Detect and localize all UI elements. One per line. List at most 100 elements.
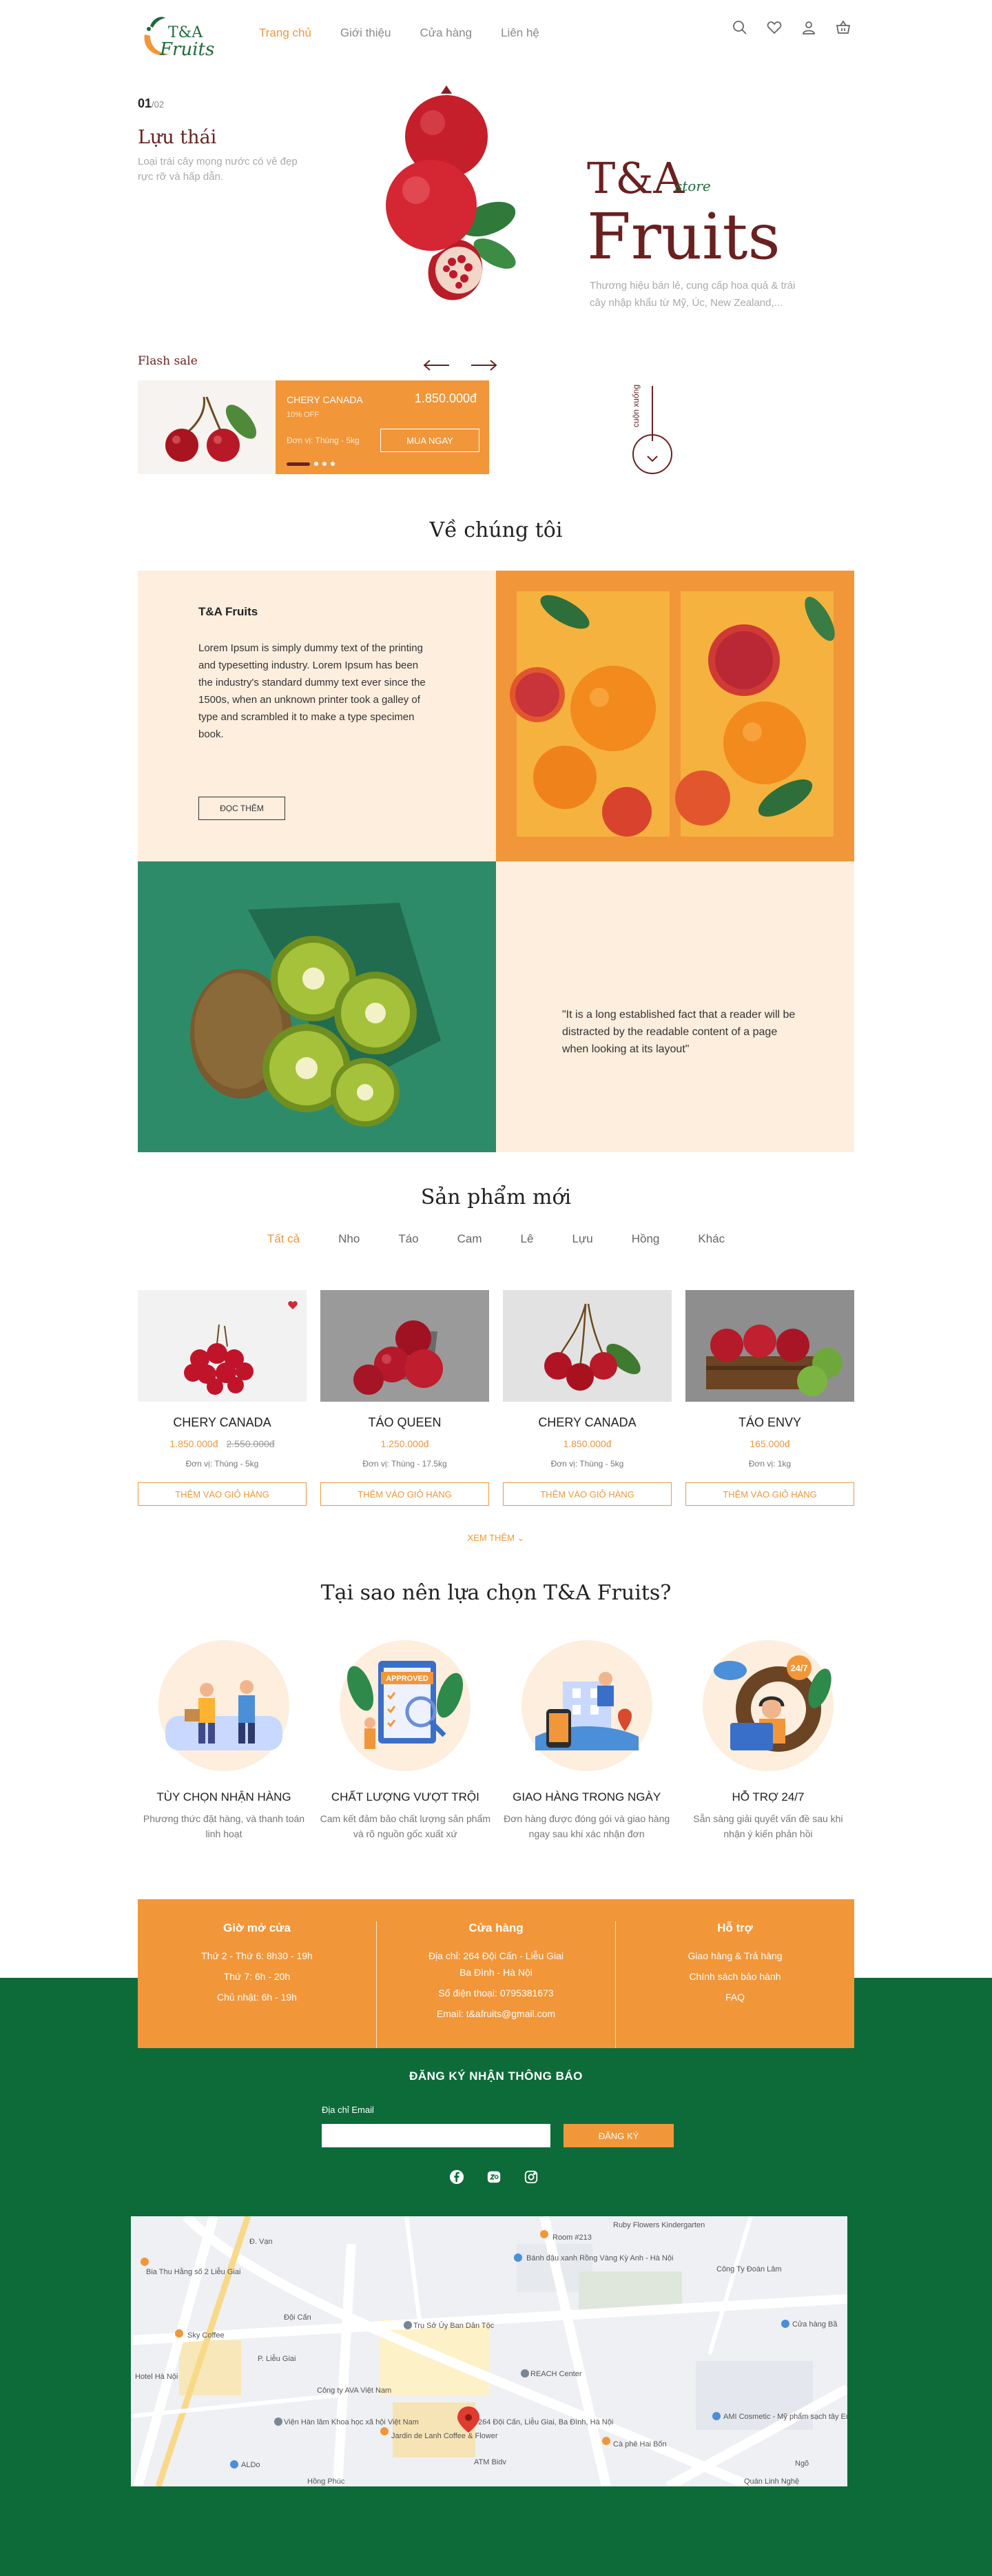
header-icons [732, 19, 851, 36]
product-price-old: 2.550.000đ [226, 1438, 275, 1449]
about-quote: "It is a long established fact that a re… [562, 1009, 796, 1055]
hero-brand-desc: Thương hiệu bán lẻ, cung cấp hoa quả & t… [590, 280, 796, 309]
zalo-icon[interactable] [486, 2169, 502, 2185]
wishlist-heart-icon[interactable] [287, 1300, 298, 1311]
add-to-cart-button[interactable]: THÊM VÀO GIỎ HÀNG [138, 1482, 307, 1506]
social-links [449, 2169, 539, 2185]
search-icon[interactable] [732, 19, 748, 36]
slide-counter: 01/02 [138, 96, 164, 111]
cart-icon[interactable] [835, 19, 851, 36]
email-field[interactable] [322, 2124, 550, 2147]
arrow-right-icon[interactable] [470, 358, 497, 372]
tab-other[interactable]: Khác [698, 1232, 725, 1246]
about-text-block: T&A Fruits Lorem Ipsum is simply dummy t… [138, 571, 496, 861]
brand-logo[interactable]: T&A Fruits [138, 8, 215, 63]
add-to-cart-button[interactable]: THÊM VÀO GIỎ HÀNG [503, 1482, 672, 1506]
map-label: Ngõ [795, 2460, 809, 2468]
user-icon[interactable] [800, 19, 817, 36]
map-label: AMI Cosmetic - Mỹ phẩm sạch tây Eu [723, 2413, 847, 2421]
hero-brand-fruits: Fruits [587, 200, 781, 274]
hours-line: Thứ 7: 6h - 20h [223, 1971, 291, 1982]
feature-title: GIAO HÀNG TRONG NGÀY [513, 1790, 661, 1803]
store-map[interactable]: Ruby Flowers Kindergarten Room #213 Bánh… [131, 2216, 847, 2486]
hero-product-name: Lựu thái [138, 127, 217, 148]
store-address: Địa chỉ: 264 Đội Cấn - Liễu Giai [428, 1950, 564, 1961]
support-link-faq[interactable]: FAQ [616, 1989, 854, 2005]
flash-product-price: 1.850.000đ [414, 391, 477, 405]
tab-grape[interactable]: Nho [338, 1232, 360, 1246]
hero-product-desc: Loại trái cây mọng nước có vẻ đẹp rực rỡ… [138, 156, 298, 183]
carousel-dot[interactable] [322, 462, 327, 466]
feature-title: CHẤT LƯỢNG VƯỢT TRỘI [331, 1790, 479, 1803]
product-card[interactable]: CHERY CANADA 1.850.000đ Đơn vị: Thùng - … [503, 1290, 672, 1506]
subscribe-button[interactable]: ĐĂNG KÝ [564, 2124, 674, 2147]
support-link-warranty[interactable]: Chính sách bảo hành [616, 1968, 854, 1985]
carousel-dot[interactable] [331, 462, 335, 466]
tab-all[interactable]: Tất cả [267, 1232, 300, 1246]
map-label: Hotel Hà Nội [135, 2373, 178, 2381]
main-nav: Trang chủ Giới thiệu Cửa hàng Liên hệ [259, 26, 539, 40]
product-unit: Đơn vị: Thùng - 17.5kg [362, 1459, 447, 1469]
about-paragraph: Lorem Ipsum is simply dummy text of the … [198, 642, 426, 740]
feature-title: HỖ TRỢ 24/7 [732, 1790, 805, 1803]
feature-desc: Đơn hàng được đóng gói và giao hàng ngay… [504, 1813, 670, 1839]
arrow-down-icon [647, 456, 658, 462]
product-unit: Đơn vị: Thùng - 5kg [550, 1459, 624, 1469]
tab-apple[interactable]: Táo [398, 1232, 418, 1246]
nav-shop[interactable]: Cửa hàng [420, 26, 472, 40]
product-price: 1.850.000đ 2.550.000đ [138, 1438, 307, 1449]
slide-current: 01 [138, 96, 152, 110]
instagram-icon[interactable] [524, 2169, 539, 2185]
nav-home[interactable]: Trang chủ [259, 26, 311, 40]
map-label: Cà phê Hai Bốn [613, 2440, 667, 2449]
why-features: TÙY CHỌN NHẬN HÀNG Phương thức đặt hàng,… [138, 1640, 854, 1841]
map-label: Bia Thu Hằng số 2 Liễu Giai [146, 2267, 240, 2276]
arrow-left-icon[interactable] [423, 358, 451, 372]
product-name: TÁO QUEEN [368, 1415, 442, 1429]
support-link-shipping[interactable]: Giao hàng & Trả hàng [616, 1948, 854, 1964]
support-badge: 24/7 [790, 1663, 807, 1673]
tab-orange[interactable]: Cam [457, 1232, 482, 1246]
scroll-down-label: cuộn xuống [631, 385, 641, 428]
buy-now-button[interactable]: MUA NGAY [380, 429, 479, 452]
store-email[interactable]: Email: t&afruits@gmail.com [377, 2005, 615, 2022]
flash-discount: 10% OFF [287, 411, 320, 419]
product-price-current: 1.250.000đ [380, 1438, 429, 1449]
scroll-down-button[interactable] [632, 434, 672, 474]
map-label: Ruby Flowers Kindergarten [613, 2221, 705, 2229]
facebook-icon[interactable] [449, 2169, 464, 2185]
product-price: 165.000đ [685, 1438, 854, 1449]
nav-contact[interactable]: Liên hệ [501, 26, 539, 40]
product-card[interactable]: TÁO ENVY 165.000đ Đơn vị: 1kg THÊM VÀO G… [685, 1290, 854, 1506]
flash-sale-card: CHERY CANADA 1.850.000đ 10% OFF Đơn vị: … [276, 380, 489, 474]
product-image [320, 1290, 489, 1402]
support-links: Hỗ trợ Giao hàng & Trả hàng Chính sách b… [615, 1921, 854, 2048]
about-title: Về chúng tôi [429, 518, 563, 542]
nav-about[interactable]: Giới thiệu [340, 26, 391, 40]
map-label: Viện Hàn lâm Khoa học xã hội Việt Nam [284, 2418, 419, 2426]
product-unit: Đơn vị: Thùng - 5kg [185, 1459, 259, 1469]
read-more-button[interactable]: ĐỌC THÊM [198, 797, 285, 820]
product-card[interactable]: TÁO QUEEN 1.250.000đ Đơn vị: Thùng - 17.… [320, 1290, 489, 1506]
product-price-current: 1.850.000đ [563, 1438, 612, 1449]
opening-hours: Giờ mở cửa Thứ 2 - Thứ 6: 8h30 - 19h Thứ… [138, 1899, 376, 2048]
heart-icon[interactable] [766, 19, 783, 36]
add-to-cart-button[interactable]: THÊM VÀO GIỎ HÀNG [685, 1482, 854, 1506]
tab-pomegranate[interactable]: Lựu [572, 1232, 592, 1246]
flash-unit: Đơn vị: Thùng - 5kg [287, 436, 360, 445]
hours-line: Chủ nhật: 6h - 19h [217, 1992, 297, 2003]
see-more-link[interactable]: XEM THÊM ⌄ [0, 1533, 992, 1544]
subscribe-title: ĐĂNG KÝ NHẬN THÔNG BÁO [409, 2069, 583, 2083]
carousel-dot-active[interactable] [287, 462, 310, 466]
tab-persimmon[interactable]: Hồng [632, 1232, 660, 1246]
add-to-cart-button[interactable]: THÊM VÀO GIỎ HÀNG [320, 1482, 489, 1506]
feature-same-day: GIAO HÀNG TRONG NGÀY Đơn hàng được đóng … [501, 1640, 673, 1841]
store-phone[interactable]: Số điện thoại: 0795381673 [377, 1985, 615, 2001]
product-card[interactable]: CHERY CANADA 1.850.000đ 2.550.000đ Đơn vị… [138, 1290, 307, 1506]
product-unit: Đơn vị: 1kg [748, 1459, 792, 1469]
products-title: Sản phẩm mới [420, 1185, 572, 1209]
product-name: CHERY CANADA [173, 1415, 271, 1429]
tab-pear[interactable]: Lê [521, 1232, 534, 1246]
carousel-dot[interactable] [314, 462, 318, 466]
product-price: 1.250.000đ [320, 1438, 489, 1449]
